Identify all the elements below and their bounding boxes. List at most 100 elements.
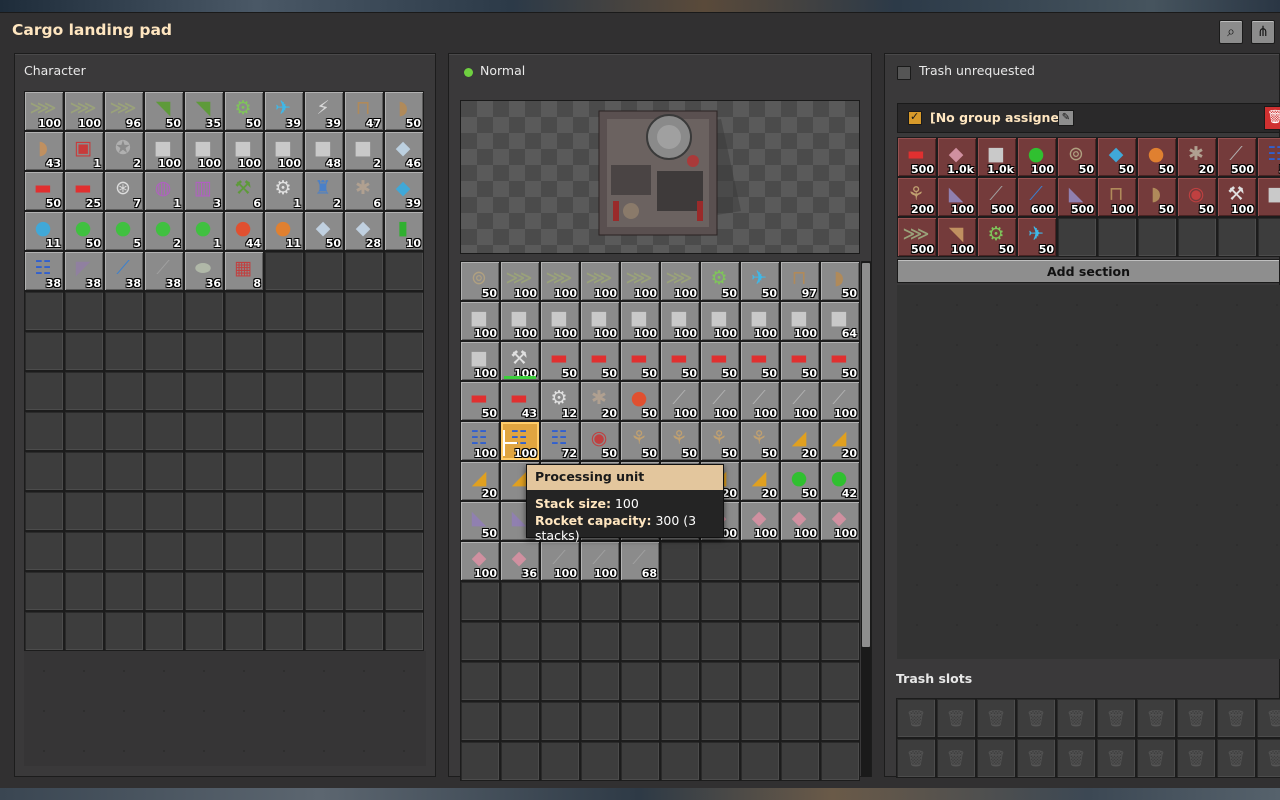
item-slot[interactable]: ■ 100 bbox=[501, 302, 539, 340]
empty-slot[interactable] bbox=[25, 452, 63, 490]
item-slot[interactable]: ■ 100 bbox=[621, 302, 659, 340]
item-slot[interactable]: ⚘ 50 bbox=[621, 422, 659, 460]
trash-slot[interactable]: 🗑 bbox=[1257, 699, 1280, 737]
empty-slot[interactable] bbox=[741, 622, 779, 660]
empty-slot[interactable] bbox=[581, 622, 619, 660]
item-slot[interactable]: ▬ 50 bbox=[701, 342, 739, 380]
item-slot[interactable]: ● 42 bbox=[821, 462, 859, 500]
empty-slot[interactable] bbox=[345, 532, 383, 570]
item-slot[interactable]: ◗ 50 bbox=[1138, 178, 1176, 216]
empty-slot[interactable] bbox=[621, 702, 659, 740]
empty-slot[interactable] bbox=[65, 292, 103, 330]
empty-slot[interactable] bbox=[225, 572, 263, 610]
item-slot[interactable]: ⚘ 200 bbox=[898, 178, 936, 216]
empty-slot[interactable] bbox=[621, 622, 659, 660]
empty-slot[interactable] bbox=[701, 622, 739, 660]
item-slot[interactable]: ◍ 1 bbox=[145, 172, 183, 210]
item-slot[interactable]: ⚒ 100 bbox=[501, 342, 539, 380]
empty-slot[interactable] bbox=[821, 622, 859, 660]
empty-slot[interactable] bbox=[25, 292, 63, 330]
item-slot[interactable]: ■ 100 bbox=[741, 302, 779, 340]
item-slot[interactable]: ◢20 bbox=[821, 422, 859, 460]
item-slot[interactable]: ⟋ 100 bbox=[741, 382, 779, 420]
item-slot[interactable]: ● 2 bbox=[145, 212, 183, 250]
empty-slot[interactable] bbox=[65, 332, 103, 370]
item-slot[interactable]: ◉ 50 bbox=[1178, 178, 1216, 216]
empty-slot[interactable] bbox=[225, 452, 263, 490]
empty-slot[interactable] bbox=[105, 572, 143, 610]
empty-slot[interactable] bbox=[541, 702, 579, 740]
empty-slot[interactable] bbox=[501, 702, 539, 740]
empty-slot[interactable] bbox=[185, 612, 223, 650]
empty-slot[interactable] bbox=[781, 582, 819, 620]
item-slot[interactable]: ☷ 100 bbox=[461, 422, 499, 460]
empty-slot[interactable] bbox=[305, 532, 343, 570]
item-slot[interactable]: ⟋ 100 bbox=[541, 542, 579, 580]
item-slot[interactable]: ■ 100 bbox=[581, 302, 619, 340]
item-slot[interactable]: ⚘ 50 bbox=[741, 422, 779, 460]
empty-slot[interactable] bbox=[25, 412, 63, 450]
empty-slot[interactable] bbox=[265, 332, 303, 370]
empty-slot[interactable] bbox=[145, 292, 183, 330]
network-button[interactable]: ⋔ bbox=[1251, 20, 1275, 44]
item-slot[interactable]: ■ 100 bbox=[265, 132, 303, 170]
item-slot[interactable]: ● 44 bbox=[225, 212, 263, 250]
item-slot[interactable]: ⟋ 100 bbox=[821, 382, 859, 420]
empty-slot[interactable] bbox=[225, 612, 263, 650]
item-slot[interactable]: ☷ 38 bbox=[25, 252, 63, 290]
empty-slot[interactable] bbox=[581, 662, 619, 700]
empty-slot[interactable] bbox=[581, 742, 619, 780]
empty-slot[interactable] bbox=[105, 532, 143, 570]
delete-section-button[interactable]: 🗑 bbox=[1264, 106, 1280, 130]
item-slot[interactable]: ⋙ 100 bbox=[581, 262, 619, 300]
trash-slot[interactable]: 🗑 bbox=[977, 699, 1015, 737]
item-slot[interactable]: ⟋ 68 bbox=[621, 542, 659, 580]
empty-slot[interactable] bbox=[501, 662, 539, 700]
item-slot[interactable]: ■ 100 bbox=[781, 302, 819, 340]
empty-slot[interactable] bbox=[661, 542, 699, 580]
item-slot[interactable]: ⟋ 38 bbox=[105, 252, 143, 290]
item-slot[interactable]: ▬ 50 bbox=[781, 342, 819, 380]
empty-slot[interactable] bbox=[1098, 218, 1136, 256]
empty-slot[interactable] bbox=[501, 742, 539, 780]
item-slot[interactable]: ⚒ 100 bbox=[1218, 178, 1256, 216]
item-slot[interactable]: ◉ 50 bbox=[581, 422, 619, 460]
item-slot[interactable]: ◣ 100 bbox=[938, 178, 976, 216]
item-slot[interactable]: ■ 100 bbox=[661, 302, 699, 340]
add-section-button[interactable]: Add section bbox=[897, 259, 1280, 283]
item-slot[interactable]: ◢20 bbox=[781, 422, 819, 460]
item-slot[interactable]: ⚙ 12 bbox=[541, 382, 579, 420]
trash-slot[interactable]: 🗑 bbox=[937, 739, 975, 777]
empty-slot[interactable] bbox=[185, 492, 223, 530]
item-slot[interactable]: ⋙ 96 bbox=[105, 92, 143, 130]
empty-slot[interactable] bbox=[541, 582, 579, 620]
empty-slot[interactable] bbox=[65, 572, 103, 610]
item-slot[interactable]: ▬ 500 bbox=[898, 138, 936, 176]
item-slot[interactable]: ▮ 10 bbox=[385, 212, 423, 250]
empty-slot[interactable] bbox=[461, 662, 499, 700]
item-slot[interactable]: ■ 64 bbox=[821, 302, 859, 340]
item-slot[interactable]: ■ 2 bbox=[345, 132, 383, 170]
trash-slot[interactable]: 🗑 bbox=[1057, 739, 1095, 777]
empty-slot[interactable] bbox=[385, 332, 423, 370]
item-slot[interactable]: ▥ 3 bbox=[185, 172, 223, 210]
item-slot[interactable]: ● 50 bbox=[1138, 138, 1176, 176]
empty-slot[interactable] bbox=[345, 492, 383, 530]
item-slot[interactable]: ◗ 50 bbox=[821, 262, 859, 300]
item-slot[interactable]: ◥ 100 bbox=[938, 218, 976, 256]
item-slot[interactable]: ▦ 8 bbox=[225, 252, 263, 290]
empty-slot[interactable] bbox=[225, 292, 263, 330]
empty-slot[interactable] bbox=[65, 412, 103, 450]
item-slot[interactable]: ◣ 500 bbox=[1058, 178, 1096, 216]
item-slot[interactable]: ⊚ 50 bbox=[461, 262, 499, 300]
item-slot[interactable]: ⊓ 47 bbox=[345, 92, 383, 130]
empty-slot[interactable] bbox=[145, 572, 183, 610]
item-slot[interactable]: ● 50 bbox=[65, 212, 103, 250]
trash-slot[interactable]: 🗑 bbox=[977, 739, 1015, 777]
empty-slot[interactable] bbox=[385, 252, 423, 290]
trash-slot[interactable]: 🗑 bbox=[1017, 699, 1055, 737]
empty-slot[interactable] bbox=[661, 622, 699, 660]
empty-slot[interactable] bbox=[781, 702, 819, 740]
trash-slot[interactable]: 🗑 bbox=[1177, 739, 1215, 777]
trash-unrequested-checkbox[interactable] bbox=[897, 66, 911, 80]
